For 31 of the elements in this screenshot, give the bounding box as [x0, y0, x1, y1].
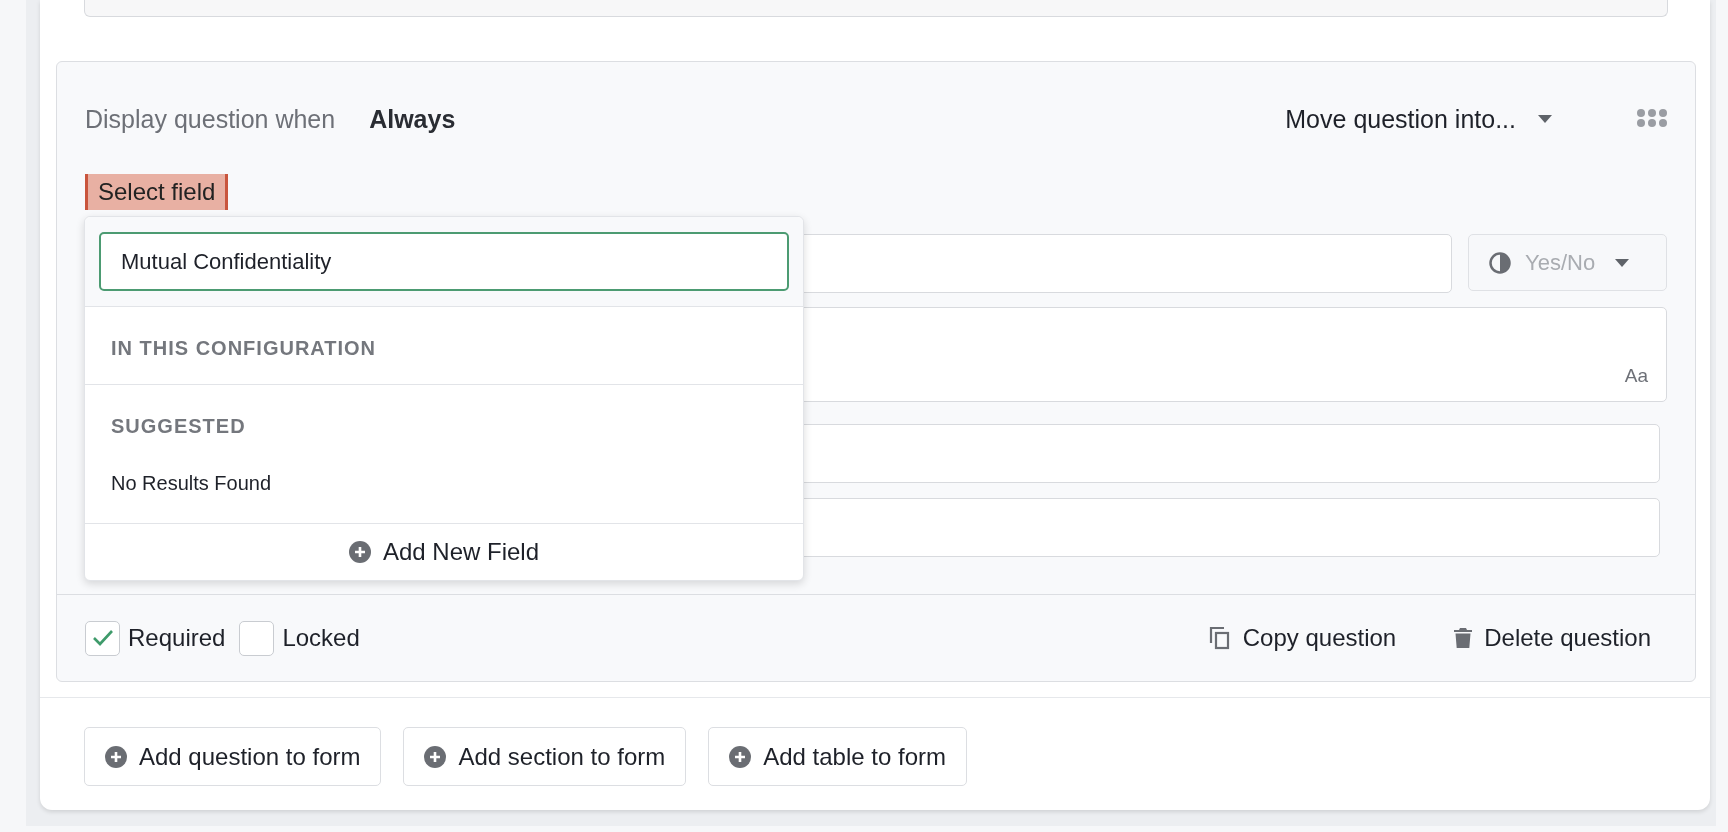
- checkbox-label: Required: [128, 624, 226, 652]
- input-field[interactable]: [84, 0, 1668, 17]
- caret-icon: [1538, 115, 1552, 123]
- plus-circle-icon: [729, 745, 752, 768]
- search-field[interactable]: Mutual Confidentiality: [99, 232, 789, 291]
- section-heading: IN THIS CONFIGURATION: [111, 337, 378, 360]
- add-new-field-button[interactable]: Add New Field: [344, 524, 544, 580]
- plus-circle-icon: [105, 745, 127, 768]
- empty-results-message: No Results Found: [111, 472, 273, 495]
- checkbox[interactable]: [239, 620, 275, 656]
- contrast-icon: [1489, 251, 1511, 274]
- trash-icon: [1454, 627, 1473, 649]
- text-format-label: Aa: [1624, 365, 1648, 387]
- add-to-form-button[interactable]: Add section to form: [403, 727, 687, 786]
- plus-circle-icon: [348, 541, 371, 563]
- add-to-form-button[interactable]: Add question to form: [84, 727, 382, 786]
- check-icon: [91, 629, 114, 647]
- delete-question-button[interactable]: Delete question: [1454, 624, 1651, 652]
- field-label[interactable]: Select field: [85, 174, 229, 210]
- copy-question-button[interactable]: Copy question: [1208, 624, 1397, 652]
- display-condition-label: Display question when: [85, 104, 336, 134]
- copy-icon: [1208, 626, 1231, 650]
- section-heading: SUGGESTED: [111, 415, 247, 438]
- plus-circle-icon: [424, 745, 447, 768]
- add-to-form-button[interactable]: Add table to form: [708, 727, 967, 786]
- caret-icon: [1615, 258, 1630, 267]
- checkbox-label: Locked: [282, 624, 360, 652]
- move-question-dropdown[interactable]: Move question into...: [1285, 104, 1552, 134]
- drag-handle-icon[interactable]: [1636, 108, 1668, 128]
- display-condition-value[interactable]: Always: [369, 104, 456, 134]
- checkbox[interactable]: [85, 620, 120, 656]
